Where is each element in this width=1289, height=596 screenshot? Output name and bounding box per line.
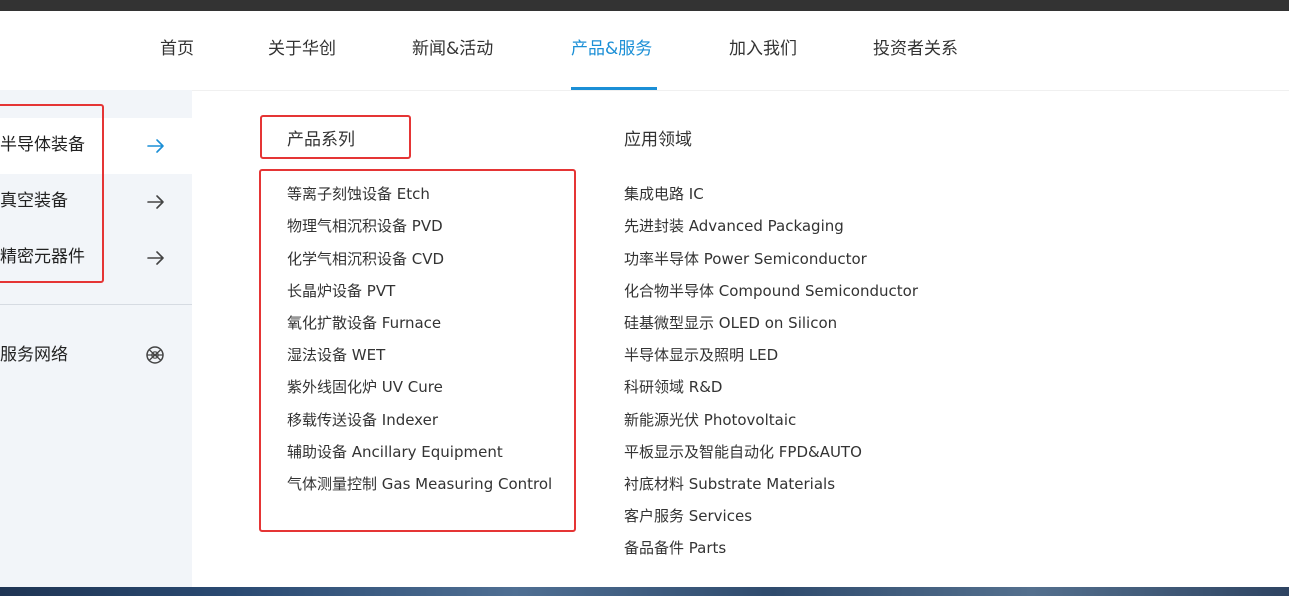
applications-title: 应用领域 bbox=[624, 130, 692, 150]
sidebar-divider bbox=[0, 304, 192, 305]
application-link[interactable]: 硅基微型显示 OLED on Silicon bbox=[624, 313, 837, 333]
product-link[interactable]: 长晶炉设备 PVT bbox=[287, 281, 395, 301]
sidebar-item-service-network[interactable]: 服务网络 bbox=[0, 327, 192, 383]
product-link[interactable]: 气体测量控制 Gas Measuring Control bbox=[287, 474, 552, 494]
application-link[interactable]: 新能源光伏 Photovoltaic bbox=[624, 410, 796, 430]
product-link[interactable]: 物理气相沉积设备 PVD bbox=[287, 216, 443, 236]
product-link[interactable]: 化学气相沉积设备 CVD bbox=[287, 249, 444, 269]
sidebar-item-label: 真空装备 bbox=[0, 191, 68, 211]
application-link[interactable]: 科研领域 R&D bbox=[624, 377, 722, 397]
application-link[interactable]: 化合物半导体 Compound Semiconductor bbox=[624, 281, 918, 301]
top-dark-bar bbox=[0, 0, 1289, 11]
application-link[interactable]: 平板显示及智能自动化 FPD&AUTO bbox=[624, 442, 862, 462]
application-link[interactable]: 半导体显示及照明 LED bbox=[624, 345, 778, 365]
product-link[interactable]: 紫外线固化炉 UV Cure bbox=[287, 377, 443, 397]
sidebar-item-label: 半导体装备 bbox=[0, 135, 85, 155]
application-link[interactable]: 衬底材料 Substrate Materials bbox=[624, 474, 835, 494]
application-link[interactable]: 客户服务 Services bbox=[624, 506, 752, 526]
nav-active-underline bbox=[571, 87, 657, 90]
globe-icon bbox=[146, 346, 164, 364]
sidebar-item-vacuum[interactable]: 真空装备 bbox=[0, 174, 192, 230]
nav-item-news[interactable]: 新闻&活动 bbox=[412, 37, 493, 61]
nav-item-about[interactable]: 关于华创 bbox=[268, 37, 336, 61]
product-link[interactable]: 氧化扩散设备 Furnace bbox=[287, 313, 441, 333]
sidebar-item-precision[interactable]: 精密元器件 bbox=[0, 230, 192, 286]
nav-item-products[interactable]: 产品&服务 bbox=[571, 37, 652, 61]
nav-item-home[interactable]: 首页 bbox=[160, 37, 194, 61]
application-link[interactable]: 备品备件 Parts bbox=[624, 538, 726, 558]
sidebar-item-semiconductor[interactable]: 半导体装备 bbox=[0, 118, 192, 174]
hero-banner-strip bbox=[0, 587, 1289, 596]
arrow-right-icon bbox=[147, 139, 164, 153]
arrow-right-icon bbox=[147, 251, 164, 265]
application-link[interactable]: 功率半导体 Power Semiconductor bbox=[624, 249, 867, 269]
sidebar-item-label: 精密元器件 bbox=[0, 247, 85, 267]
product-link[interactable]: 移载传送设备 Indexer bbox=[287, 410, 438, 430]
nav-item-investors[interactable]: 投资者关系 bbox=[873, 37, 958, 61]
product-link[interactable]: 辅助设备 Ancillary Equipment bbox=[287, 442, 503, 462]
sidebar-item-label: 服务网络 bbox=[0, 345, 68, 365]
product-link[interactable]: 湿法设备 WET bbox=[287, 345, 385, 365]
products-title: 产品系列 bbox=[287, 130, 355, 150]
product-link[interactable]: 等离子刻蚀设备 Etch bbox=[287, 184, 430, 204]
category-sidebar: 半导体装备 真空装备 精密元器件 服务网络 bbox=[0, 90, 192, 587]
main-nav: 首页 关于华创 新闻&活动 产品&服务 加入我们 投资者关系 bbox=[0, 11, 1289, 91]
application-link[interactable]: 集成电路 IC bbox=[624, 184, 704, 204]
arrow-right-icon bbox=[147, 195, 164, 209]
application-link[interactable]: 先进封装 Advanced Packaging bbox=[624, 216, 844, 236]
nav-item-careers[interactable]: 加入我们 bbox=[729, 37, 797, 61]
